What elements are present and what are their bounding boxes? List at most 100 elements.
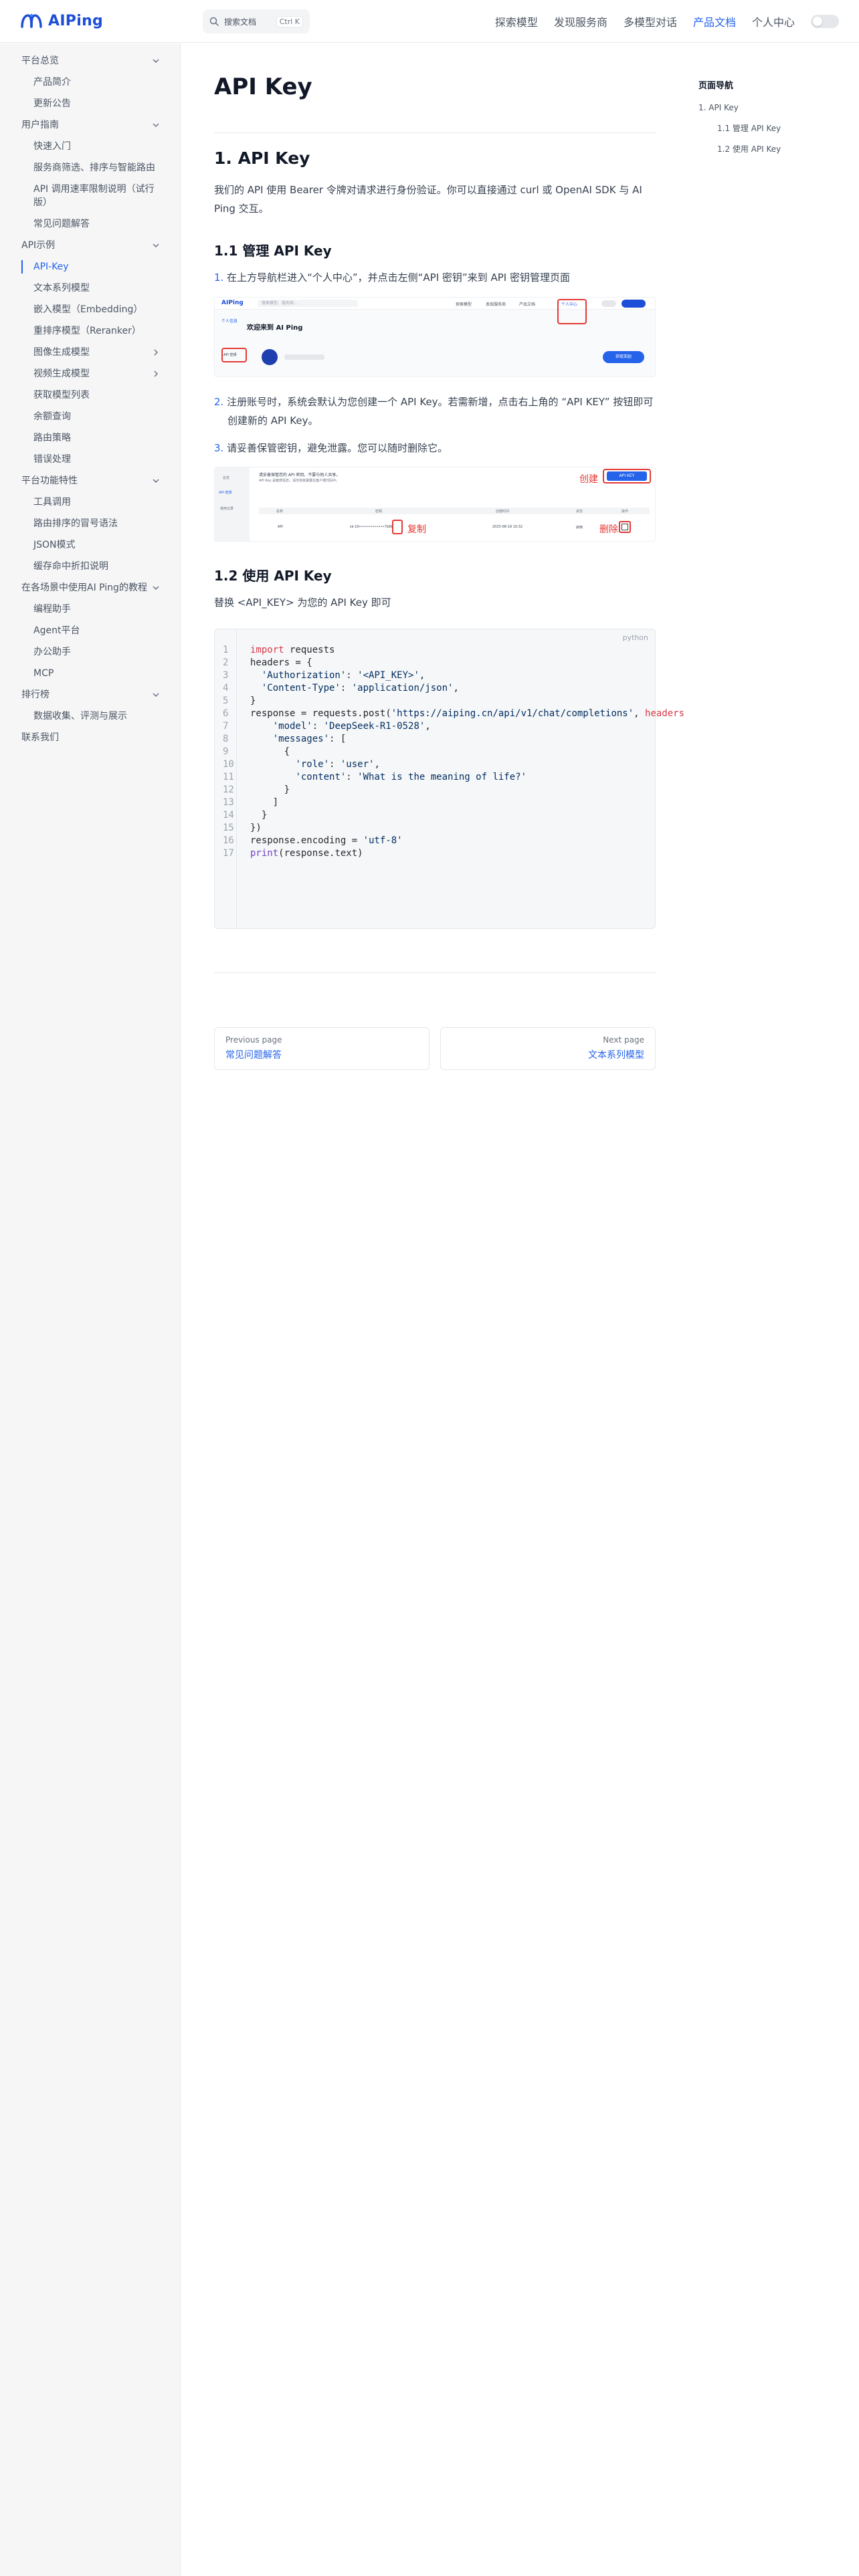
sidebar-item-2-item[interactable]: 产品简介 — [0, 72, 180, 93]
sidebar-item-1-item[interactable]: 平台总览 — [0, 50, 180, 72]
code-line-number: 9 — [223, 746, 229, 757]
theme-toggle[interactable] — [811, 15, 839, 28]
sidebar-item-29-mcp[interactable]: MCP — [0, 663, 180, 684]
annotation-copy: 复制 — [407, 524, 426, 535]
sidebar-item-label: 平台总览 — [21, 56, 59, 66]
sidebar-item-4-item[interactable]: 用户指南 — [0, 114, 180, 136]
sidebar-item-27-agent[interactable]: Agent平台 — [0, 620, 180, 641]
mini-welcome: 欢迎来到 AI Ping — [247, 324, 303, 332]
nav-personal-center[interactable]: 个人中心 — [752, 13, 795, 29]
sidebar-item-30-item[interactable]: 排行榜 — [0, 684, 180, 706]
sidebar-item-11-item[interactable]: 文本系列模型 — [0, 278, 180, 299]
sidebar-item-24-item[interactable]: 缓存命中折扣说明 — [0, 556, 180, 577]
mini-reward-button: 获取奖励 — [603, 351, 644, 363]
sidebar-item-17-item[interactable]: 余额查询 — [0, 406, 180, 427]
mini-user-bar — [284, 354, 324, 360]
chevron-down-icon[interactable] — [152, 691, 160, 699]
sidebar-item-26-item[interactable]: 编程助手 — [0, 599, 180, 620]
subsection-heading-use: 1.2 使用 API Key — [214, 568, 332, 584]
code-line-content: print(response.text) — [250, 847, 363, 860]
sidebar-item-14-item[interactable]: 图像生成模型 — [0, 342, 180, 363]
prev-page-card[interactable]: Previous page 常见问题解答 — [214, 1027, 430, 1070]
mini-nav-1: 探索模型 — [456, 302, 472, 307]
replace-instruction: 替换 <API_KEY> 为您的 API Key 即可 — [214, 597, 391, 609]
sidebar-item-22-item[interactable]: 路由排序的冒号语法 — [0, 513, 180, 534]
mini2-side-2: API 密钥 — [219, 491, 232, 495]
toc-item-use-api-key[interactable]: 1.2 使用 API Key — [698, 139, 832, 160]
code-token: 'DeepSeek-R1-0528' — [323, 721, 425, 732]
sidebar-item-28-item[interactable]: 办公助手 — [0, 641, 180, 663]
sidebar-item-15-item[interactable]: 视频生成模型 — [0, 363, 180, 385]
sidebar-item-12-embedding[interactable]: 嵌入模型（Embedding） — [0, 299, 180, 320]
logo[interactable]: AIPing — [20, 12, 103, 29]
sidebar-item-5-item[interactable]: 快速入门 — [0, 136, 180, 157]
code-token: print — [250, 848, 279, 859]
code-block[interactable]: python 1 import requests 2 headers = {3 'Au… — [214, 629, 684, 929]
prev-page-link[interactable]: 常见问题解答 — [225, 1048, 418, 1061]
sidebar-item-label: MCP — [33, 668, 54, 679]
code-line-content: } — [250, 809, 267, 822]
sidebar-item-31-item[interactable]: 数据收集、评测与展示 — [0, 706, 180, 727]
sidebar-item-21-item[interactable]: 工具调用 — [0, 492, 180, 513]
sidebar-item-16-item[interactable]: 获取模型列表 — [0, 385, 180, 406]
sidebar-item-20-item[interactable]: 平台功能特性 — [0, 470, 180, 492]
code-line-number: 5 — [223, 695, 229, 706]
sidebar-item-19-item[interactable]: 错误处理 — [0, 449, 180, 470]
mini2-api-key-button: API KEY — [607, 471, 647, 481]
chevron-down-icon[interactable] — [152, 121, 160, 129]
search-box[interactable]: 搜索文档 Ctrl K — [203, 9, 310, 33]
toc-item-manage-api-key[interactable]: 1.1 管理 API Key — [698, 118, 832, 139]
sidebar-item-label: 视频生成模型 — [33, 368, 90, 379]
chevron-right-icon[interactable] — [152, 348, 160, 356]
nav-explore-models[interactable]: 探索模型 — [495, 13, 538, 29]
chevron-down-icon[interactable] — [152, 584, 160, 592]
code-line-content: }) — [250, 822, 262, 835]
sidebar-item-8-item[interactable]: 常见问题解答 — [0, 213, 180, 235]
search-shortcut: Ctrl K — [276, 15, 303, 27]
nav-discover-providers[interactable]: 发现服务商 — [554, 13, 607, 29]
sidebar-item-13-reranker[interactable]: 重排序模型（Reranker） — [0, 320, 180, 342]
chevron-right-icon[interactable] — [152, 370, 160, 378]
sidebar-item-6-item[interactable]: 服务商筛选、排序与智能路由 — [0, 157, 180, 179]
step-number: 1. — [214, 272, 224, 284]
mini2-row-date: 2025-08-19 10:32 — [492, 525, 523, 529]
sidebar-item-25-ai-ping[interactable]: 在各场景中使用AI Ping的教程 — [0, 577, 180, 599]
sidebar-item-23-json[interactable]: JSON模式 — [0, 534, 180, 556]
code-token: , — [374, 759, 380, 770]
sidebar-item-label: 常见问题解答 — [33, 219, 90, 229]
code-token: 'model' — [272, 721, 312, 732]
search-icon — [209, 17, 219, 26]
mini2-col-5: 操作 — [622, 510, 629, 514]
chevron-down-icon[interactable] — [152, 57, 160, 65]
code-token: : — [312, 721, 324, 732]
sidebar-item-18-item[interactable]: 路由策略 — [0, 427, 180, 449]
code-token: }) — [250, 823, 262, 833]
mini2-notice-2: API Key 是敏感信息，请勿将其暴露在客户端代码中。 — [259, 479, 340, 483]
code-token: , — [419, 670, 425, 681]
code-line-content: 'messages': [ — [250, 733, 347, 746]
sidebar-item-label: 在各场景中使用AI Ping的教程 — [21, 582, 147, 593]
sidebar-item-3-item[interactable]: 更新公告 — [0, 93, 180, 114]
toc-item-api-key[interactable]: 1. API Key — [698, 98, 832, 118]
mini2-col-1: 名称 — [276, 510, 284, 514]
chevron-down-icon[interactable] — [152, 477, 160, 485]
code-token: 'https://aiping.cn/api/v1/chat/completio… — [391, 708, 634, 719]
next-page-card[interactable]: Next page 文本系列模型 — [440, 1027, 656, 1070]
code-token: '<API_KEY>' — [357, 670, 419, 681]
next-page-link[interactable]: 文本系列模型 — [452, 1048, 644, 1061]
nav-multi-model-chat[interactable]: 多模型对话 — [624, 13, 677, 29]
chevron-down-icon[interactable] — [152, 241, 160, 249]
code-line-number: 2 — [223, 657, 229, 668]
sidebar-item-32-item[interactable]: 联系我们 — [0, 727, 180, 748]
step-text: 注册账号时，系统会默认为您创建一个 API Key。若需新增，点击右上角的 “A… — [227, 396, 654, 427]
sidebar-item-9-api[interactable]: API示例 — [0, 235, 180, 256]
code-token: , — [634, 708, 646, 719]
mini-side-2: API 密钥 — [223, 353, 237, 357]
sidebar-item-label: JSON模式 — [33, 540, 76, 550]
sidebar-item-7-api[interactable]: API 调用速率限制说明（试行版） — [0, 179, 180, 213]
sidebar-item-label: 联系我们 — [21, 732, 59, 743]
sidebar-item-10-api-key[interactable]: API-Key — [0, 256, 180, 278]
nav-product-docs[interactable]: 产品文档 — [693, 13, 736, 29]
